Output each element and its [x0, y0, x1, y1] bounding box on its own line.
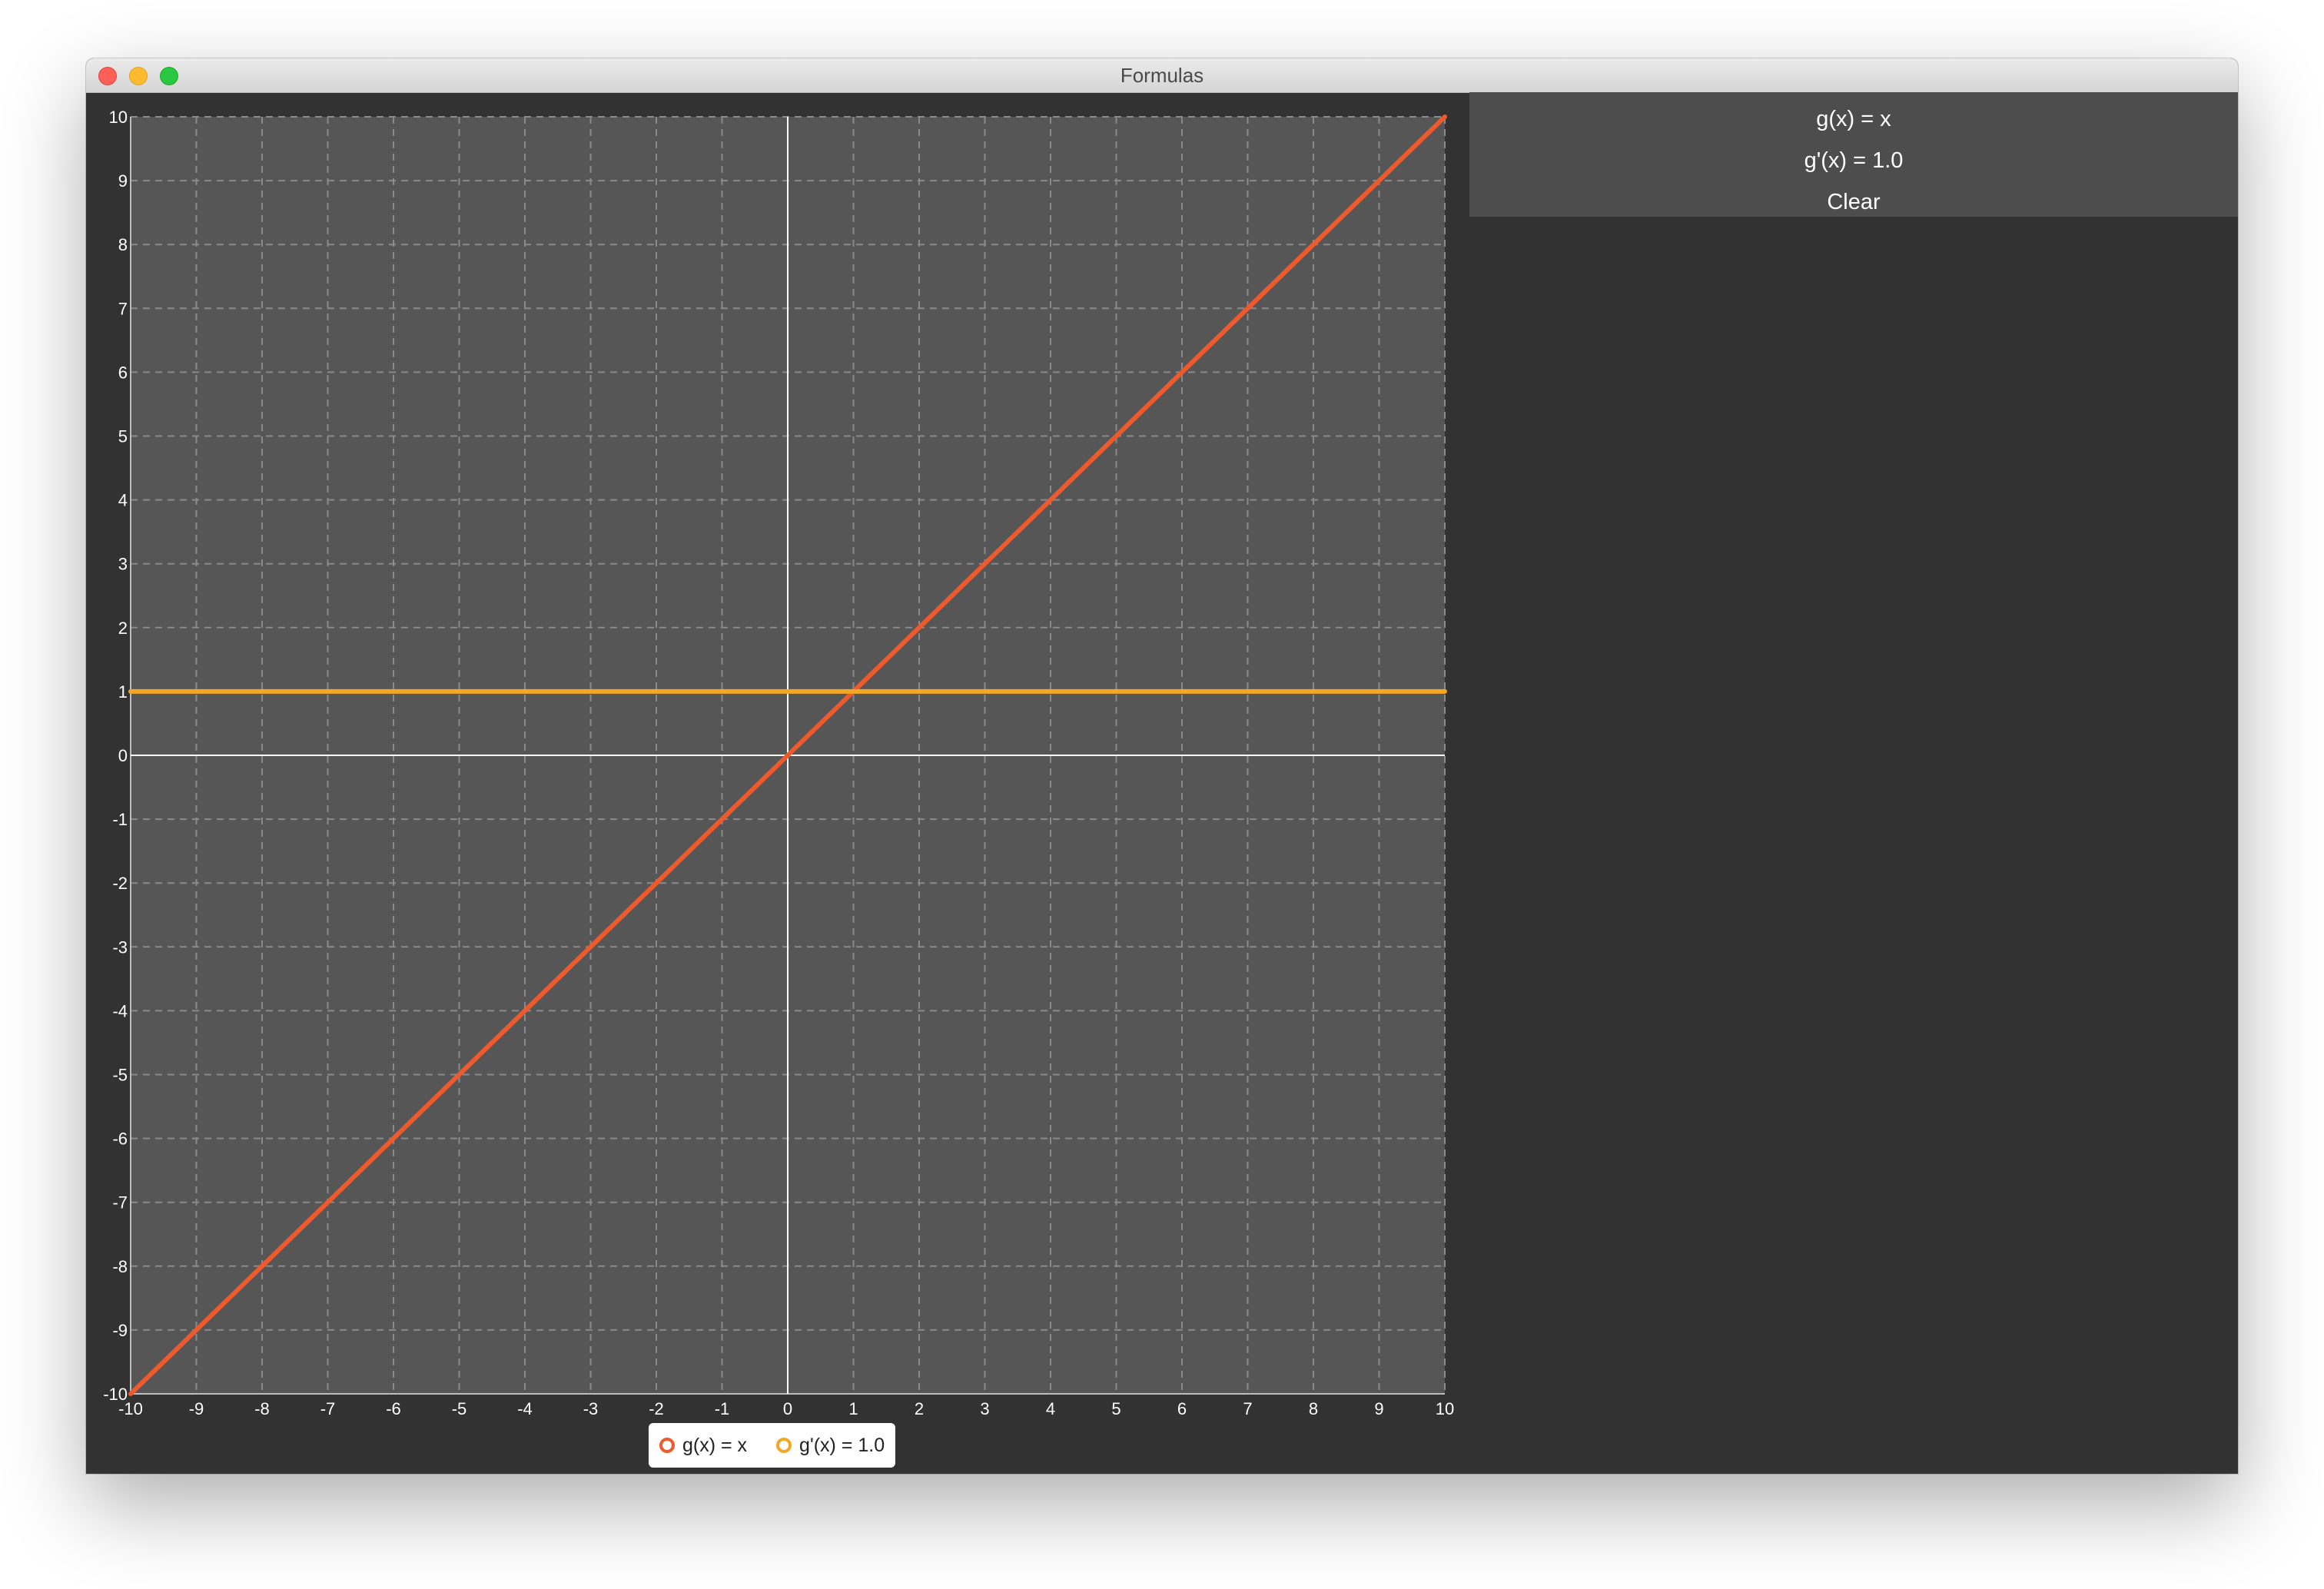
- x-tick-label: 2: [915, 1399, 924, 1418]
- y-tick-label: -4: [112, 1001, 128, 1020]
- y-tick-label: 2: [118, 619, 128, 638]
- y-tick-label: 6: [118, 363, 128, 382]
- y-tick-label: 3: [118, 555, 128, 574]
- x-tick-label: 4: [1046, 1399, 1055, 1418]
- legend-swatch-function: [659, 1438, 675, 1453]
- x-tick-label: -3: [583, 1399, 599, 1418]
- y-tick-label: -5: [112, 1066, 128, 1085]
- x-tick-label: -4: [517, 1399, 533, 1418]
- title-bar[interactable]: Formulas: [86, 58, 2238, 93]
- x-tick-label: -1: [715, 1399, 730, 1418]
- y-tick-label: -7: [112, 1193, 128, 1212]
- y-tick-label: 4: [118, 491, 128, 510]
- x-tick-label: -7: [320, 1399, 336, 1418]
- derivative-formula: g'(x) = 1.0: [1804, 148, 1904, 173]
- function-formula: g(x) = x: [1816, 107, 1891, 131]
- x-tick-label: 1: [848, 1399, 858, 1418]
- y-tick-label: 9: [118, 171, 128, 191]
- x-tick-label: -5: [452, 1399, 467, 1418]
- line-chart: -10 -9 -8 -7 -6 -5 -4 -3 -2 -1 0 1 2 3 4 5 6 7 8 9 101098765…: [103, 108, 1454, 1418]
- legend-swatch-derivative: [776, 1438, 792, 1453]
- y-tick-label: -2: [112, 874, 128, 893]
- x-tick-label: 7: [1243, 1399, 1252, 1418]
- x-tick-label: 3: [980, 1399, 989, 1418]
- x-tick-label: 8: [1309, 1399, 1318, 1418]
- legend-label-derivative: g'(x) = 1.0: [799, 1434, 885, 1456]
- x-tick-label: -9: [189, 1399, 204, 1418]
- y-tick-label: 0: [118, 746, 128, 765]
- formula-panel: g(x) = x g'(x) = 1.0 Clear: [1469, 92, 2238, 217]
- legend-item-function[interactable]: g(x) = x: [659, 1435, 747, 1457]
- clear-button[interactable]: Clear: [1811, 181, 1895, 223]
- app-window: Formulas -10 -9 -8 -7 -6 -5 -4 -3 -2 -1 0 1 2 3 4 5 6 7 8 9…: [86, 58, 2238, 1474]
- y-tick-label: -1: [112, 810, 128, 829]
- y-tick-label: 8: [118, 235, 128, 254]
- x-tick-label: 9: [1374, 1399, 1383, 1418]
- x-tick-label: 5: [1111, 1399, 1120, 1418]
- x-tick-label: -6: [386, 1399, 401, 1418]
- y-tick-label: 7: [118, 299, 128, 318]
- y-tick-label: -6: [112, 1130, 128, 1149]
- y-tick-label: -9: [112, 1321, 128, 1340]
- x-tick-label: 10: [1436, 1399, 1454, 1418]
- x-tick-label: 0: [783, 1399, 792, 1418]
- x-tick-label: -2: [649, 1399, 664, 1418]
- x-tick-label: 6: [1177, 1399, 1187, 1418]
- y-tick-label: -10: [103, 1385, 128, 1404]
- y-tick-label: 1: [118, 682, 128, 702]
- y-tick-label: -3: [112, 937, 128, 957]
- y-tick-label: 10: [109, 108, 128, 127]
- legend-label-function: g(x) = x: [682, 1434, 748, 1456]
- y-tick-label: 5: [118, 427, 128, 446]
- x-tick-label: -8: [254, 1399, 270, 1418]
- legend-item-derivative[interactable]: g'(x) = 1.0: [776, 1435, 885, 1457]
- window-title: Formulas: [1120, 64, 1204, 87]
- chart-legend: g(x) = x g'(x) = 1.0: [649, 1423, 896, 1468]
- y-tick-label: -8: [112, 1257, 128, 1276]
